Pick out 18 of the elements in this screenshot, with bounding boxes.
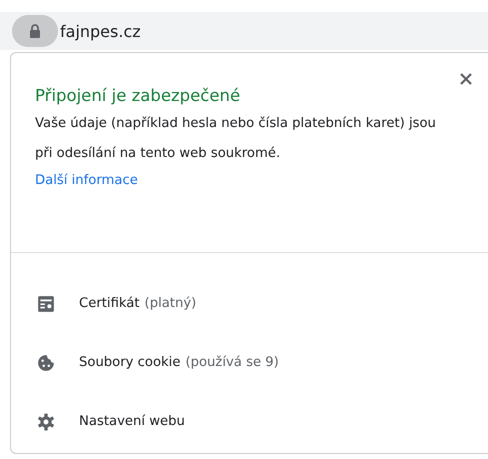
item-detail: (používá se 9): [185, 355, 279, 370]
item-label: Certifikát: [79, 296, 140, 311]
site-info-button[interactable]: [12, 15, 58, 47]
item-detail: (platný): [144, 296, 196, 311]
menu-item[interactable]: Certifikát (platný): [11, 274, 488, 333]
more-info-link[interactable]: Další informace: [35, 170, 138, 192]
cookie-icon: [37, 354, 55, 372]
item-label: Soubory cookie: [79, 355, 180, 370]
menu-item[interactable]: Nastavení webu: [11, 392, 488, 451]
description-text: Vaše údaje (například hesla nebo čísla platebních karet) jsou při odesílání na tento web soukromé.: [35, 115, 437, 163]
certificate-icon: [37, 294, 55, 312]
settings-icon: [37, 412, 55, 430]
lock-icon: [29, 24, 41, 38]
menu-item[interactable]: Soubory cookie (používá se 9): [11, 333, 488, 392]
item-label: Nastavení webu: [79, 414, 185, 429]
connection-title: Připojení je zabezpečené: [35, 86, 240, 105]
url-text[interactable]: fajnpes.cz: [60, 22, 141, 40]
close-icon: [460, 73, 472, 85]
